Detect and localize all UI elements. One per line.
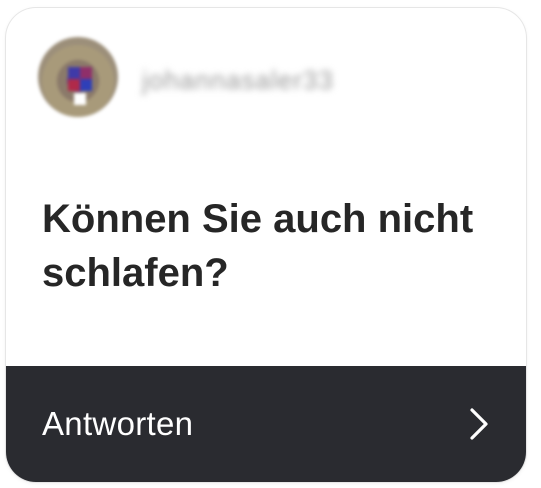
avatar-pixel [80, 67, 92, 79]
avatar-pixel [68, 79, 80, 91]
username-text: johannasaler33 [142, 65, 334, 95]
username[interactable]: johannasaler33 [142, 65, 412, 95]
question-sticker-card: johannasaler33 Können Sie auch nicht sch… [6, 8, 526, 482]
avatar-pixel [74, 93, 86, 105]
avatar-pixel [80, 79, 92, 91]
sticker-header: johannasaler33 [38, 37, 412, 117]
avatar[interactable] [38, 37, 118, 117]
reply-button[interactable]: Antworten [6, 366, 526, 482]
avatar-pixel [68, 67, 80, 79]
chevron-right-icon [470, 408, 488, 440]
reply-button-label: Antworten [42, 405, 194, 442]
question-text: Können Sie auch nicht schlafen? [42, 197, 474, 295]
